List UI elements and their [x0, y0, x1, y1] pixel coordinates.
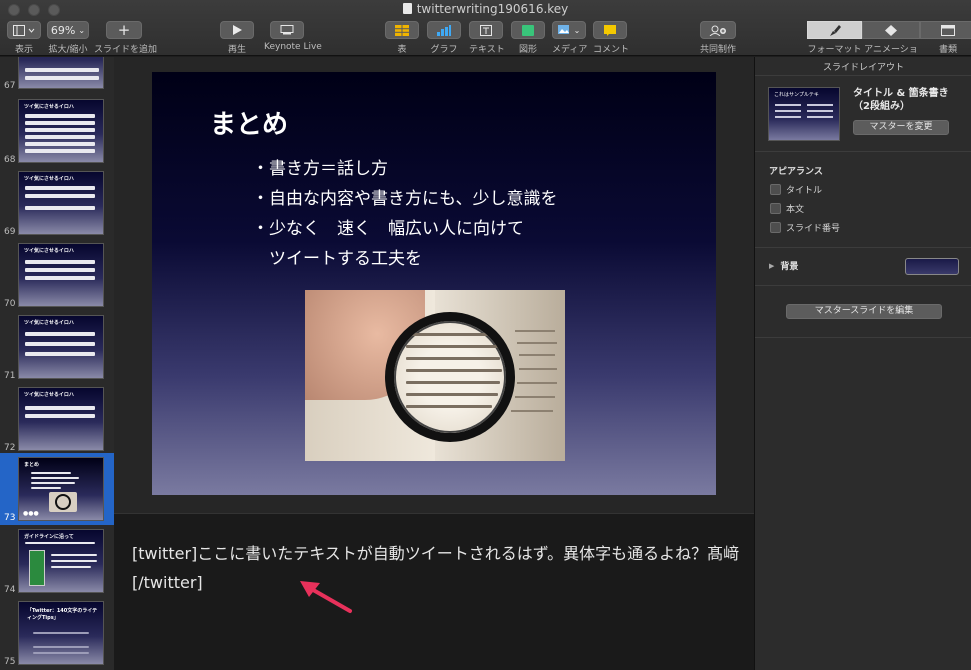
chevron-down-icon: ⌄ — [573, 25, 581, 35]
slide-thumbnail-image: ガイドラインに沿って — [18, 529, 104, 593]
slide-thumbnail-75[interactable]: 「Twitter：140文字のライティングTips」 75 — [0, 597, 114, 669]
bullet-item: ・書き方＝話し方 — [252, 159, 388, 179]
table-control[interactable]: 表 — [385, 21, 419, 55]
bullet-item: ・自由な内容や書き方にも、少し意識を — [252, 189, 558, 209]
slide-thumbnail-73[interactable]: まとめ ●●● 73 — [0, 453, 114, 525]
slide-thumbnail-70[interactable]: ツイ気にさせるイロハ 70 — [0, 239, 114, 311]
shape-icon — [522, 24, 534, 36]
collaborate-icon — [709, 25, 726, 36]
text-button[interactable] — [469, 21, 503, 39]
slide-thumbnail-image: ツイ気にさせるイロハ — [18, 315, 104, 379]
plus-icon: + — [117, 21, 131, 39]
background-color-well[interactable] — [905, 258, 959, 275]
body-checkbox[interactable]: 本文 — [770, 202, 804, 215]
toolbar: twitterwriting190616.key 表示 69% ⌄ 拡大/縮小 … — [0, 0, 971, 68]
slide-canvas[interactable]: まとめ ・書き方＝話し方 ・自由な内容や書き方にも、少し意識を ・少なく 速く … — [114, 57, 754, 513]
comment-control[interactable]: コメント — [593, 21, 629, 55]
text-icon — [480, 24, 492, 36]
add-slide-control[interactable]: + スライドを追加 — [94, 21, 157, 55]
edit-master-slide-button[interactable]: マスタースライドを編集 — [786, 304, 942, 319]
format-inspector: スライドレイアウト これはサンプルテキ タイトル & 箇条書き（2段組み） マス… — [754, 57, 971, 670]
bullet-item: ・少なく 速く 幅広い人に向けて — [252, 219, 524, 239]
presenter-notes-text[interactable]: [twitter]ここに書いたテキストが自動ツイートされるはず。異体字も通るよね… — [132, 539, 742, 597]
inspector-header: スライドレイアウト — [822, 63, 904, 73]
add-slide-button[interactable]: + — [106, 21, 142, 39]
ellipsis-icon: ●●● — [23, 510, 39, 517]
sidebar-icon — [13, 24, 35, 36]
slide-thumbnail-74[interactable]: ガイドラインに沿って 74 — [0, 525, 114, 597]
slide-thumbnail-69[interactable]: ツイ気にさせるイロハ 69 — [0, 167, 114, 239]
play-button[interactable] — [220, 21, 254, 39]
media-icon — [557, 24, 569, 34]
magnifier-lens — [385, 312, 515, 442]
keynote-live-button[interactable] — [270, 21, 304, 39]
master-name: タイトル & 箇条書き（2段組み） — [853, 88, 949, 112]
tab-document[interactable] — [920, 21, 971, 39]
background-disclosure[interactable]: ▶ 背景 — [769, 259, 798, 273]
title-checkbox[interactable]: タイトル — [770, 183, 822, 196]
slide-thumbnail-image: ツイ気にさせるイロハ — [18, 99, 104, 163]
slide-thumbnail-image: ツイ気にさせるイロハ — [18, 171, 104, 235]
keynote-document-icon — [402, 3, 412, 14]
media-control[interactable]: ⌄ メディア — [552, 21, 587, 55]
diamond-icon — [885, 24, 897, 36]
master-thumbnail[interactable]: これはサンプルテキ — [768, 87, 840, 141]
disclosure-triangle-icon[interactable]: ▶ — [769, 262, 774, 270]
comment-icon — [604, 24, 616, 36]
slide-thumbnail-68[interactable]: ツイ気にさせるイロハ 68 — [0, 95, 114, 167]
slide-thumbnail-67[interactable]: 67 — [0, 57, 114, 93]
slide-thumbnail-72[interactable]: ツイ気にさせるイロハ 72 — [0, 383, 114, 455]
checkbox-icon[interactable] — [770, 184, 781, 195]
tab-format[interactable] — [807, 21, 862, 39]
current-slide[interactable]: まとめ ・書き方＝話し方 ・自由な内容や書き方にも、少し意識を ・少なく 速く … — [152, 72, 716, 495]
play-icon — [233, 25, 242, 35]
slide-title[interactable]: まとめ — [210, 104, 288, 141]
tab-animate[interactable] — [862, 21, 920, 39]
text-control[interactable]: テキスト — [469, 21, 505, 55]
slide-thumbnail-image: 「Twitter：140文字のライティングTips」 — [18, 601, 104, 665]
slide-thumbnail-image — [18, 57, 104, 89]
media-button[interactable]: ⌄ — [552, 21, 586, 39]
play-control[interactable]: 再生 — [220, 21, 254, 55]
paintbrush-icon — [829, 24, 841, 36]
presenter-notes[interactable]: [twitter]ここに書いたテキストが自動ツイートされるはず。異体字も通るよね… — [114, 513, 754, 670]
change-master-button[interactable]: マスターを変更 — [853, 120, 949, 135]
annotation-arrow-icon — [300, 581, 352, 613]
shape-control[interactable]: 図形 — [511, 21, 545, 55]
monitor-icon — [280, 25, 294, 35]
checkbox-icon[interactable] — [770, 222, 781, 233]
slide-thumbnail-image: まとめ ●●● — [18, 457, 104, 521]
comment-button[interactable] — [593, 21, 627, 39]
slide-navigator[interactable]: 67 ツイ気にさせるイロハ 68 ツイ気にさせるイロハ 69 ツイ気にさせるイロ… — [0, 57, 114, 670]
slide-thumbnail-image: ツイ気にさせるイロハ — [18, 387, 104, 451]
document-icon — [941, 24, 955, 36]
shape-button[interactable] — [511, 21, 545, 39]
view-control[interactable]: 表示 — [7, 21, 41, 55]
collaborate-button[interactable] — [700, 21, 736, 39]
window-title: twitterwriting190616.key — [0, 2, 971, 16]
zoom-select[interactable]: 69% ⌄ — [47, 21, 89, 39]
slide-number-checkbox[interactable]: スライド番号 — [770, 221, 840, 234]
table-icon — [395, 24, 409, 36]
collaborate-control[interactable]: 共同制作 — [700, 21, 736, 55]
zoom-control[interactable]: 69% ⌄ 拡大/縮小 — [47, 21, 89, 55]
view-button[interactable] — [7, 21, 41, 39]
chevron-down-icon: ⌄ — [78, 25, 86, 35]
table-button[interactable] — [385, 21, 419, 39]
keynote-live-control[interactable]: Keynote Live — [264, 21, 322, 52]
appearance-section-title: アピアランス — [769, 167, 823, 177]
magnifying-glass-photo[interactable] — [305, 290, 565, 461]
slide-thumbnail-71[interactable]: ツイ気にさせるイロハ 71 — [0, 311, 114, 383]
bullet-item: ツイートする工夫を — [252, 249, 422, 269]
slide-body[interactable]: ・書き方＝話し方 ・自由な内容や書き方にも、少し意識を ・少なく 速く 幅広い人… — [252, 154, 558, 274]
slide-thumbnail-image: ツイ気にさせるイロハ — [18, 243, 104, 307]
chart-icon — [437, 24, 451, 36]
inspector-tabs — [807, 21, 971, 39]
chart-control[interactable]: グラフ — [427, 21, 461, 55]
checkbox-icon[interactable] — [770, 203, 781, 214]
chart-button[interactable] — [427, 21, 461, 39]
